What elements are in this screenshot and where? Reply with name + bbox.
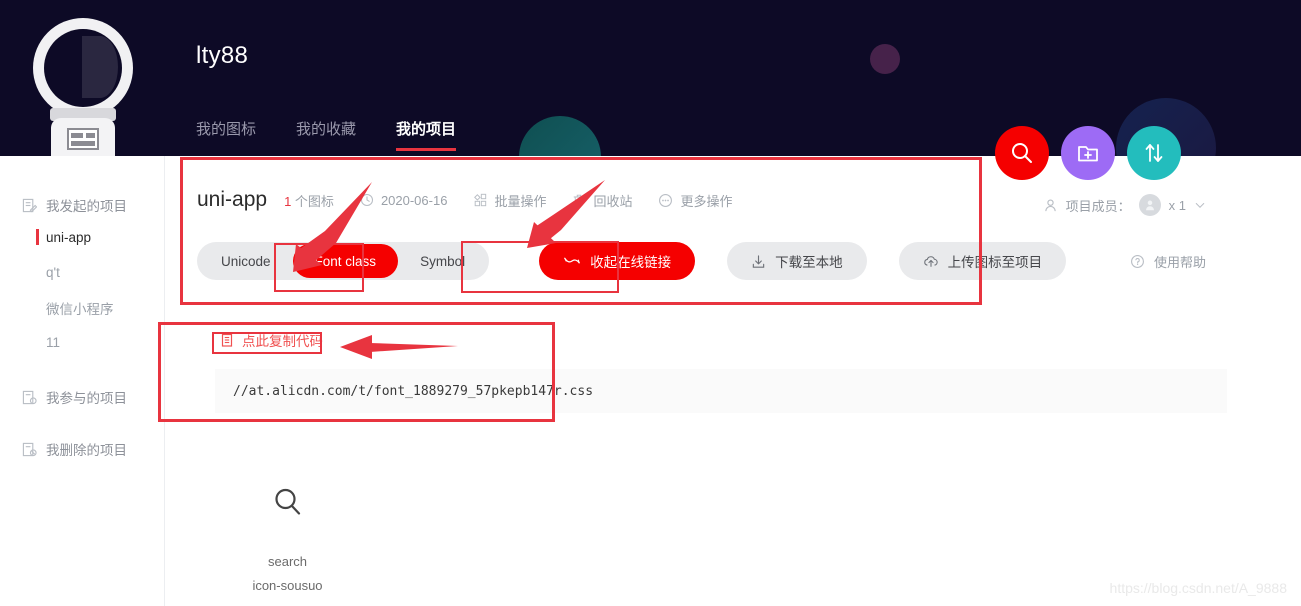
search-glyph bbox=[215, 472, 360, 532]
copy-icon bbox=[221, 333, 233, 347]
trash-icon bbox=[574, 194, 585, 206]
sidebar-project-weixin-miniprogram[interactable]: 微信小程序 bbox=[0, 290, 164, 325]
sort-arrows-icon bbox=[1145, 144, 1163, 162]
upload-label: 上传图标至项目 bbox=[947, 255, 1043, 270]
avatar-person-icon bbox=[1145, 200, 1154, 211]
icon-card[interactable]: search icon-sousuo bbox=[215, 472, 360, 593]
sidebar-group-label: 我发起的项目 bbox=[46, 199, 127, 214]
project-name: uni-app bbox=[197, 188, 268, 211]
sidebar-item-my-joined-projects[interactable]: 我参与的项目 bbox=[0, 382, 164, 412]
recycle-bin-button[interactable]: 回收站 bbox=[572, 191, 632, 210]
collapse-online-link-label: 收起在线链接 bbox=[590, 255, 672, 270]
chevron-down-icon[interactable] bbox=[1194, 199, 1206, 211]
icon-label: search bbox=[267, 554, 308, 569]
floating-action-buttons bbox=[995, 126, 1181, 180]
project-members[interactable]: 项目成员： x 1 bbox=[1043, 194, 1206, 216]
sidebar-project-qt[interactable]: q't bbox=[0, 255, 164, 290]
sidebar-project-uni-app[interactable]: uni-app bbox=[0, 220, 164, 255]
search-fab[interactable] bbox=[995, 126, 1049, 180]
recycle-bin-label: 回收站 bbox=[593, 193, 633, 209]
download-button[interactable]: 下载至本地 bbox=[727, 242, 867, 280]
download-label: 下载至本地 bbox=[775, 255, 843, 270]
question-circle-icon bbox=[1131, 255, 1144, 268]
project-delete-icon bbox=[22, 442, 37, 456]
icon-count: 1 个图标 bbox=[284, 193, 334, 209]
sidebar-item-my-created-projects[interactable]: 我发起的项目 bbox=[0, 190, 164, 220]
ellipsis-icon bbox=[659, 193, 673, 207]
upload-cloud-icon bbox=[923, 255, 938, 267]
sort-fab[interactable] bbox=[1127, 126, 1181, 180]
project-edit-icon bbox=[22, 198, 37, 212]
sidebar-project-label: uni-app bbox=[46, 230, 92, 245]
upload-button[interactable]: 上传图标至项目 bbox=[898, 242, 1067, 280]
decorative-circle-purple bbox=[870, 44, 900, 74]
astronaut-helmet-logo bbox=[30, 18, 135, 156]
project-member-icon bbox=[22, 390, 37, 404]
more-operations-label: 更多操作 bbox=[680, 193, 733, 209]
search-icon bbox=[1012, 143, 1032, 163]
sidebar-project-label: 微信小程序 bbox=[46, 301, 114, 317]
decorative-circle-teal bbox=[519, 116, 601, 156]
sidebar-project-label: q't bbox=[46, 265, 60, 280]
main-content: uni-app 1 个图标 2020-06-16 批量操作 回收站 更多操作 项… bbox=[165, 156, 1301, 606]
members-icon bbox=[1044, 199, 1056, 211]
help-label: 使用帮助 bbox=[1153, 255, 1206, 270]
project-date-label: 2020-06-16 bbox=[380, 192, 448, 208]
main-tabs: 我的图标 我的收藏 我的项目 bbox=[196, 118, 457, 151]
sidebar-item-my-deleted-projects[interactable]: 我删除的项目 bbox=[0, 434, 164, 464]
tab-my-favorites[interactable]: 我的收藏 bbox=[296, 118, 356, 151]
sidebar: 我发起的项目 uni-app q't 微信小程序 11 我参与的项目 我删除的项… bbox=[0, 156, 165, 606]
help-link[interactable]: 使用帮助 bbox=[1130, 252, 1206, 271]
icon-class-name: icon-sousuo bbox=[252, 578, 323, 593]
segment-font-class[interactable]: Font class bbox=[292, 244, 399, 278]
project-info-row: uni-app 1 个图标 2020-06-16 批量操作 回收站 更多操作 bbox=[197, 188, 758, 212]
clock-icon bbox=[360, 193, 373, 207]
segment-unicode[interactable]: Unicode bbox=[199, 244, 293, 278]
copy-code-label: 点此复制代码 bbox=[242, 334, 323, 349]
new-folder-fab[interactable] bbox=[1061, 126, 1115, 180]
project-date: 2020-06-16 bbox=[360, 192, 448, 208]
toolbar: Unicode Font class Symbol 收起在线链接 下载至本地 上… bbox=[197, 242, 1067, 280]
download-icon bbox=[752, 254, 765, 268]
format-segmented-control: Unicode Font class Symbol bbox=[197, 242, 490, 280]
segment-symbol[interactable]: Symbol bbox=[398, 244, 487, 278]
avatar bbox=[1138, 194, 1161, 216]
more-operations-button[interactable]: 更多操作 bbox=[658, 191, 732, 210]
batch-operation-button[interactable]: 批量操作 bbox=[473, 191, 546, 210]
members-label: 项目成员： bbox=[1065, 198, 1131, 214]
sidebar-project-11[interactable]: 11 bbox=[0, 325, 164, 360]
css-url-value[interactable]: //at.alicdn.com/t/font_1889279_57pkepb14… bbox=[215, 369, 1227, 413]
sidebar-group-label: 我参与的项目 bbox=[46, 391, 127, 406]
batch-operation-label: 批量操作 bbox=[494, 193, 547, 209]
batch-icon bbox=[474, 193, 487, 207]
tab-my-icons[interactable]: 我的图标 bbox=[196, 118, 256, 151]
folder-plus-icon bbox=[1078, 146, 1098, 162]
sidebar-group-label: 我删除的项目 bbox=[46, 443, 127, 458]
sidebar-project-label: 11 bbox=[46, 335, 61, 350]
members-count: x 1 bbox=[1168, 197, 1186, 213]
tab-my-projects[interactable]: 我的项目 bbox=[396, 118, 457, 151]
collapse-online-link-button[interactable]: 收起在线链接 bbox=[539, 242, 696, 280]
page-title: lty88 bbox=[196, 42, 249, 69]
copy-code-button[interactable]: 点此复制代码 bbox=[215, 328, 327, 352]
collapse-icon bbox=[564, 257, 580, 264]
watermark: https://blog.csdn.net/A_9888 bbox=[1109, 580, 1287, 596]
code-panel: 点此复制代码 //at.alicdn.com/t/font_1889279_57… bbox=[215, 328, 1227, 413]
